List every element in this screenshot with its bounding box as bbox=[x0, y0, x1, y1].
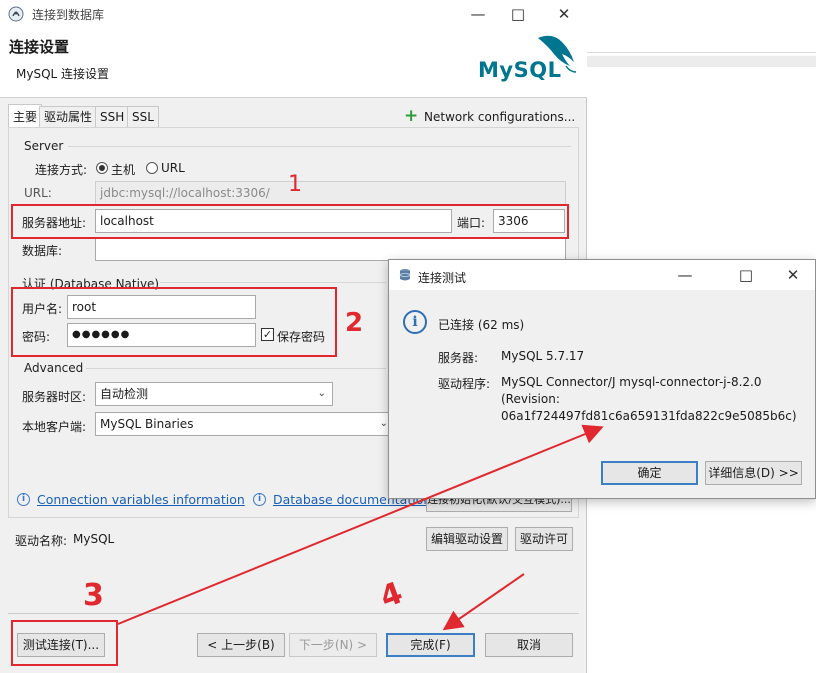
annotation-box-auth bbox=[11, 287, 337, 357]
annotation-label-2: 2 bbox=[345, 308, 364, 338]
background-toolbar bbox=[587, 56, 816, 67]
info-icon: i bbox=[253, 493, 266, 506]
cancel-button[interactable]: 取消 bbox=[485, 633, 573, 657]
timezone-value: 自动检测 bbox=[100, 387, 149, 401]
test-dialog-titlebar: 连接测试 — □ ✕ bbox=[389, 260, 815, 290]
auth-group-divider bbox=[160, 282, 386, 283]
connection-status: 已连接 (62 ms) bbox=[438, 318, 525, 332]
server-group-label: Server bbox=[24, 139, 64, 153]
url-field: jdbc:mysql://localhost:3306/ bbox=[95, 181, 566, 205]
driver-license-button[interactable]: 驱动许可 bbox=[515, 527, 573, 551]
info-icon: i bbox=[403, 310, 427, 334]
server-group-divider bbox=[68, 146, 571, 147]
finish-button[interactable]: 完成(F) bbox=[386, 633, 475, 657]
close-icon[interactable]: ✕ bbox=[778, 261, 808, 289]
database-icon bbox=[398, 268, 412, 282]
timezone-select[interactable]: 自动检测 ⌄ bbox=[95, 382, 333, 406]
connect-mode-label: 连接方式: bbox=[35, 163, 88, 177]
add-icon[interactable]: + bbox=[404, 107, 418, 125]
tab-ssh[interactable]: SSH bbox=[95, 106, 130, 128]
info-icon: i bbox=[17, 493, 30, 506]
annotation-box-server bbox=[11, 204, 569, 239]
details-button[interactable]: 详细信息(D) >> bbox=[705, 461, 802, 485]
page-subtitle: MySQL 连接设置 bbox=[16, 67, 110, 81]
minimize-icon[interactable]: — bbox=[463, 0, 493, 28]
driver-name-label: 驱动名称: bbox=[15, 534, 68, 548]
ok-button[interactable]: 确定 bbox=[601, 461, 698, 485]
driver-label: 驱动程序: bbox=[438, 377, 491, 391]
annotation-box-test bbox=[11, 620, 118, 666]
database-field[interactable] bbox=[95, 237, 566, 261]
next-button[interactable]: 下一步(N) > bbox=[289, 633, 377, 657]
driver-name-value: MySQL bbox=[73, 532, 115, 546]
back-button[interactable]: < 上一步(B) bbox=[197, 633, 285, 657]
mysql-logo: MySQL bbox=[474, 32, 582, 88]
client-select[interactable]: MySQL Binaries ⌄ bbox=[95, 412, 395, 436]
server-value: MySQL 5.7.17 bbox=[501, 349, 585, 363]
maximize-icon[interactable]: □ bbox=[503, 0, 533, 28]
minimize-icon[interactable]: — bbox=[670, 261, 700, 289]
timezone-label: 服务器时区: bbox=[22, 390, 87, 404]
app-icon bbox=[8, 6, 24, 22]
client-label: 本地客户端: bbox=[22, 420, 87, 434]
close-icon[interactable]: ✕ bbox=[549, 0, 579, 28]
dialog-title: 连接到数据库 bbox=[32, 8, 105, 22]
background-divider bbox=[587, 52, 816, 53]
server-label: 服务器: bbox=[438, 351, 479, 365]
edit-driver-button[interactable]: 编辑驱动设置 bbox=[426, 527, 508, 551]
mode-url-label[interactable]: URL bbox=[161, 161, 185, 175]
database-label: 数据库: bbox=[22, 244, 63, 258]
url-label: URL: bbox=[24, 186, 52, 200]
driver-value-line3: 06a1f724497fd81c6a659131fda822c9e5085b6c… bbox=[501, 409, 797, 423]
network-configurations-button[interactable]: Network configurations... bbox=[424, 110, 575, 124]
annotation-label-1: 1 bbox=[288, 172, 302, 197]
dialog-titlebar: 连接到数据库 — □ ✕ bbox=[0, 0, 587, 28]
mode-url-radio[interactable] bbox=[146, 162, 158, 174]
mysql-logo-text: MySQL bbox=[478, 58, 562, 82]
page-title: 连接设置 bbox=[9, 38, 70, 56]
tab-main[interactable]: 主要 bbox=[8, 104, 43, 128]
driver-value-line1: MySQL Connector/J mysql-connector-j-8.2.… bbox=[501, 375, 762, 389]
connection-variables-link[interactable]: Connection variables information bbox=[37, 492, 245, 507]
footer-divider bbox=[8, 613, 579, 614]
connection-test-dialog: 连接测试 — □ ✕ i 已连接 (62 ms) 服务器: MySQL 5.7.… bbox=[388, 259, 816, 499]
advanced-group-label: Advanced bbox=[24, 361, 84, 375]
mode-host-label[interactable]: 主机 bbox=[111, 161, 135, 178]
advanced-group-divider bbox=[86, 368, 386, 369]
test-dialog-title: 连接测试 bbox=[418, 271, 467, 285]
mode-host-radio[interactable] bbox=[96, 162, 108, 174]
client-value: MySQL Binaries bbox=[100, 417, 194, 431]
chevron-down-icon: ⌄ bbox=[379, 418, 388, 429]
annotation-label-3: 3 bbox=[83, 578, 104, 613]
tab-driver-properties[interactable]: 驱动属性 bbox=[39, 106, 98, 128]
driver-value-line2: (Revision: bbox=[501, 392, 560, 406]
maximize-icon[interactable]: □ bbox=[731, 261, 761, 289]
chevron-down-icon: ⌄ bbox=[317, 388, 326, 399]
dialog-header: 连接设置 MySQL 连接设置 MySQL bbox=[0, 28, 587, 98]
tab-ssl[interactable]: SSL bbox=[127, 106, 159, 128]
